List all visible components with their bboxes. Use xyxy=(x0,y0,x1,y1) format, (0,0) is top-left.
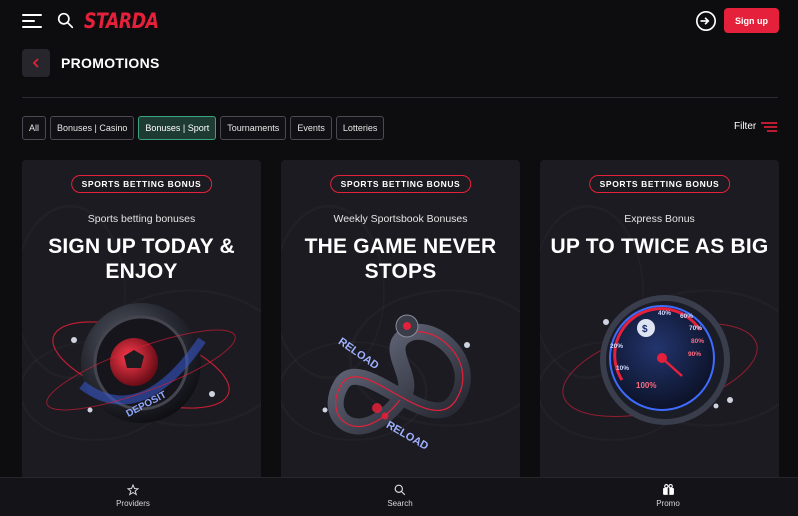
reload-art-text: RELOAD xyxy=(336,336,381,373)
filter-events[interactable]: Events xyxy=(290,116,332,140)
promo-badge: SPORTS BETTING BONUS xyxy=(70,175,213,193)
login-icon[interactable] xyxy=(695,10,717,32)
filter-label: Filter xyxy=(734,121,757,132)
nav-label: Search xyxy=(387,499,413,508)
filter-button[interactable]: Filter xyxy=(734,121,778,132)
gauge-label: 60% xyxy=(680,313,693,320)
search-icon xyxy=(394,484,406,496)
nav-label: Promo xyxy=(656,499,680,508)
filter-tournaments[interactable]: Tournaments xyxy=(220,116,287,140)
star-icon xyxy=(127,484,139,496)
promo-card[interactable]: SPORTS BETTING BONUS Weekly Sportsbook B… xyxy=(281,160,520,490)
gauge-label: 90% xyxy=(688,351,701,358)
football-sphere-illustration: DEPOSIT xyxy=(46,303,236,423)
nav-promo[interactable]: Promo xyxy=(628,484,708,508)
bottom-nav: Providers Search Promo xyxy=(0,477,798,516)
filter-chips: All Bonuses | Casino Bonuses | Sport Tou… xyxy=(22,116,385,140)
promo-title: UP TO TWICE AS BIG xyxy=(550,235,769,258)
nav-providers[interactable]: Providers xyxy=(93,484,173,508)
promo-badge: SPORTS BETTING BONUS xyxy=(588,175,731,193)
back-button[interactable] xyxy=(22,49,50,77)
gauge-label: 70% xyxy=(689,325,702,332)
gauge-label: 20% xyxy=(610,343,623,350)
svg-text:$: $ xyxy=(642,324,648,335)
gift-icon xyxy=(662,484,674,495)
promo-card[interactable]: SPORTS BETTING BONUS Sports betting bonu… xyxy=(22,160,261,490)
chevron-left-icon xyxy=(32,58,39,68)
gauge-label: 10% xyxy=(616,365,629,372)
promo-subtitle: Express Bonus xyxy=(624,213,695,225)
promo-title: THE GAME NEVER STOPS xyxy=(304,235,497,283)
filter-bonuses-casino[interactable]: Bonuses | Casino xyxy=(50,116,135,140)
divider xyxy=(22,97,778,98)
promo-subtitle: Weekly Sportsbook Bonuses xyxy=(333,213,468,225)
page-title: PROMOTIONS xyxy=(61,55,160,71)
promo-subtitle: Sports betting bonuses xyxy=(87,213,196,225)
search-icon[interactable] xyxy=(57,12,74,29)
nav-search[interactable]: Search xyxy=(360,484,440,508)
nav-label: Providers xyxy=(116,499,150,508)
filter-lotteries[interactable]: Lotteries xyxy=(335,116,385,140)
gauge-label: 80% xyxy=(691,338,704,345)
promo-title: SIGN UP TODAY & ENJOY xyxy=(48,235,235,283)
logo[interactable]: STARDA xyxy=(84,9,159,33)
gauge-label: 40% xyxy=(658,310,671,317)
filter-all[interactable]: All xyxy=(22,116,47,140)
promo-card[interactable]: SPORTS BETTING BONUS Express Bonus UP TO… xyxy=(540,160,779,490)
speedometer-illustration: $ 60% 70% 80% 90% 100% 20% 10% 40% xyxy=(562,295,758,425)
filter-icon xyxy=(761,121,778,132)
filter-bonuses-sport[interactable]: Bonuses | Sport xyxy=(138,116,217,140)
reload-art-text: RELOAD xyxy=(384,419,430,453)
infinity-loop-illustration: RELOAD RELOAD xyxy=(322,314,471,453)
menu-icon[interactable] xyxy=(22,14,42,28)
promo-badge: SPORTS BETTING BONUS xyxy=(329,175,472,193)
gauge-label: 100% xyxy=(636,381,656,390)
top-bar: STARDA Sign up xyxy=(0,0,798,42)
signup-button[interactable]: Sign up xyxy=(724,8,779,33)
